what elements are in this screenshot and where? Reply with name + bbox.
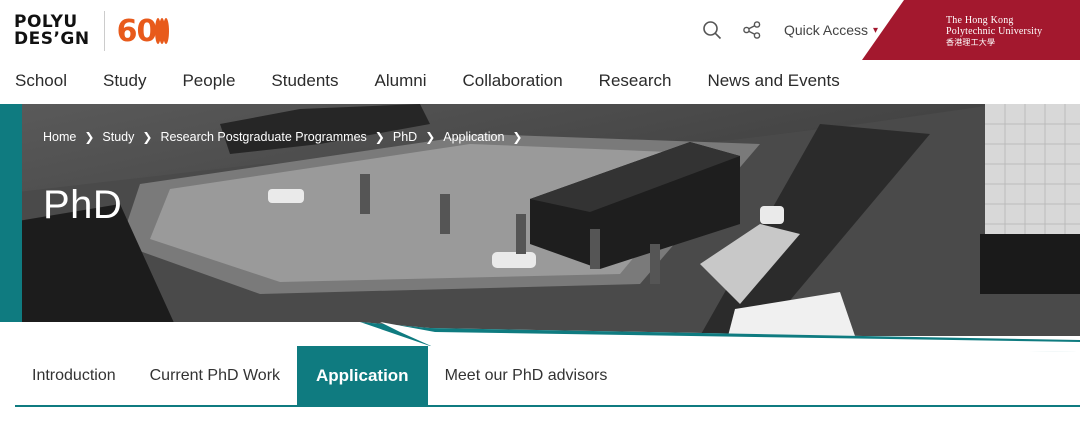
- chevron-right-icon: ❯: [142, 130, 153, 144]
- tab-meet-our-phd-advisors[interactable]: Meet our PhD advisors: [428, 346, 625, 406]
- nav-item-people[interactable]: People: [182, 71, 235, 91]
- anniversary-rings-icon: [155, 18, 170, 44]
- nav-item-alumni[interactable]: Alumni: [375, 71, 427, 91]
- section-tabs-area: Introduction Current PhD Work Applicatio…: [0, 322, 1080, 424]
- polyu-emblem-icon: [862, 0, 888, 26]
- nav-item-news-and-events[interactable]: News and Events: [707, 71, 839, 91]
- breadcrumb-home[interactable]: Home: [43, 130, 76, 144]
- breadcrumb: Home ❯ Study ❯ Research Postgraduate Pro…: [43, 130, 530, 144]
- logo-wordmark: POLYU DES’GN: [14, 14, 90, 48]
- logo-line-2: DES’GN: [14, 29, 90, 49]
- nav-item-students[interactable]: Students: [271, 71, 338, 91]
- tab-current-phd-work[interactable]: Current PhD Work: [133, 346, 297, 406]
- nav-item-school[interactable]: School: [15, 71, 67, 91]
- tab-application[interactable]: Application: [297, 346, 428, 406]
- tab-introduction[interactable]: Introduction: [15, 346, 133, 406]
- nav-item-study[interactable]: Study: [103, 71, 146, 91]
- anniversary-number: 60: [116, 13, 158, 49]
- main-navigation: School Study People Students Alumni Coll…: [0, 66, 861, 96]
- university-name-line-1: The Hong Kong: [946, 15, 1014, 26]
- header-tools: Quick Access ▾: [700, 18, 878, 42]
- polyu-design-logo[interactable]: POLYU DES’GN 60: [14, 11, 184, 51]
- quick-access-label: Quick Access: [784, 22, 869, 38]
- breadcrumb-study[interactable]: Study: [102, 130, 134, 144]
- search-icon[interactable]: [700, 18, 724, 42]
- tabs-underline: [15, 405, 1080, 407]
- breadcrumb-application[interactable]: Application: [443, 130, 504, 144]
- share-icon[interactable]: [740, 18, 764, 42]
- nav-item-research[interactable]: Research: [599, 71, 672, 91]
- breadcrumb-research-postgraduate-programmes[interactable]: Research Postgraduate Programmes: [160, 130, 366, 144]
- hero-accent-strip: [0, 104, 22, 324]
- university-name-chinese: 香港理工大學: [946, 38, 996, 47]
- breadcrumb-phd[interactable]: PhD: [393, 130, 417, 144]
- chevron-right-icon: ❯: [84, 130, 95, 144]
- page-title: PhD: [43, 183, 123, 227]
- logo-divider: [103, 11, 105, 51]
- site-header: POLYU DES’GN 60 Quick Access ▾ The Hong …: [0, 0, 1080, 104]
- anniversary-logo: 60: [117, 14, 170, 49]
- chevron-right-icon: ❯: [425, 130, 436, 144]
- polyu-university-badge[interactable]: The Hong Kong Polytechnic University 香港理…: [862, 0, 1080, 60]
- university-name-line-2: Polytechnic University: [946, 26, 1043, 37]
- university-name: The Hong Kong Polytechnic University 香港理…: [946, 15, 1042, 48]
- section-tabs: Introduction Current PhD Work Applicatio…: [15, 346, 624, 406]
- chevron-right-icon: ❯: [374, 130, 385, 144]
- chevron-right-icon: ❯: [512, 130, 523, 144]
- nav-item-collaboration[interactable]: Collaboration: [462, 71, 562, 91]
